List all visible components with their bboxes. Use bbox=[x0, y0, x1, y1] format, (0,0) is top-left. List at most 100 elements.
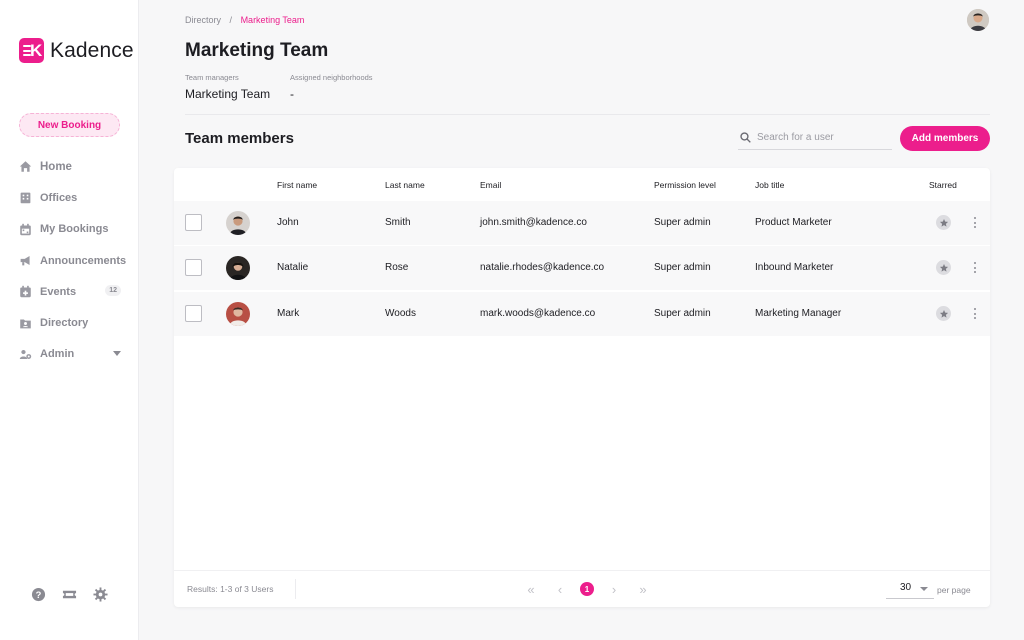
user-search bbox=[738, 126, 892, 150]
building-icon bbox=[20, 193, 31, 204]
row-checkbox[interactable] bbox=[185, 259, 202, 276]
per-page-select[interactable]: 30 bbox=[886, 582, 934, 599]
avatar bbox=[226, 302, 250, 326]
column-header-permission[interactable]: Permission level bbox=[654, 180, 716, 190]
ticket-icon[interactable] bbox=[62, 587, 77, 602]
column-header-email[interactable]: Email bbox=[480, 180, 501, 190]
sidebar: K Kadence New Booking Home Offices My Bo… bbox=[0, 0, 139, 640]
previous-page-icon[interactable]: ‹ bbox=[551, 580, 569, 598]
breadcrumb-separator: / bbox=[229, 15, 233, 25]
row-checkbox[interactable] bbox=[185, 305, 202, 322]
column-header-starred[interactable]: Starred bbox=[929, 180, 957, 190]
row-menu-icon[interactable] bbox=[974, 217, 977, 228]
sidebar-item-home[interactable]: Home bbox=[19, 151, 129, 182]
star-icon[interactable] bbox=[936, 215, 951, 230]
neighborhoods-label: Assigned neighborhoods bbox=[290, 73, 373, 82]
next-page-icon[interactable]: › bbox=[605, 580, 623, 598]
chevron-down-icon bbox=[920, 587, 928, 591]
star-icon[interactable] bbox=[936, 260, 951, 275]
per-page-value: 30 bbox=[900, 582, 912, 593]
new-booking-button[interactable]: New Booking bbox=[19, 113, 120, 137]
cell-job-title: Inbound Marketer bbox=[755, 262, 834, 273]
page-title: Marketing Team bbox=[185, 40, 329, 61]
avatar bbox=[226, 256, 250, 280]
help-icon[interactable]: ? bbox=[31, 587, 46, 602]
sidebar-item-label: My Bookings bbox=[40, 223, 109, 236]
sidebar-item-label: Offices bbox=[40, 191, 78, 204]
cell-first-name: John bbox=[277, 217, 299, 228]
column-header-first-name[interactable]: First name bbox=[277, 180, 317, 190]
header-divider bbox=[185, 114, 990, 115]
team-members-title: Team members bbox=[185, 130, 294, 147]
app-name: Kadence bbox=[50, 38, 134, 62]
events-count-badge: 12 bbox=[105, 285, 121, 297]
sidebar-item-my-bookings[interactable]: My Bookings bbox=[19, 214, 129, 245]
per-page-label: per page bbox=[937, 585, 971, 595]
calendar-icon bbox=[20, 223, 31, 235]
cell-first-name: Mark bbox=[277, 308, 300, 319]
team-managers-field: Team managers Marketing Team bbox=[185, 73, 270, 101]
column-header-last-name[interactable]: Last name bbox=[385, 180, 425, 190]
cell-last-name: Rose bbox=[385, 262, 409, 273]
sidebar-item-admin[interactable]: Admin bbox=[19, 339, 129, 370]
sidebar-item-label: Announcements bbox=[40, 254, 127, 267]
calendar-plus-icon bbox=[20, 286, 31, 298]
star-icon[interactable] bbox=[936, 306, 951, 321]
sidebar-footer-icons: ? bbox=[31, 587, 108, 602]
sidebar-nav: Home Offices My Bookings Announcements E… bbox=[19, 151, 129, 370]
team-managers-label: Team managers bbox=[185, 73, 239, 82]
sidebar-item-offices[interactable]: Offices bbox=[19, 182, 129, 213]
sidebar-item-label: Home bbox=[40, 160, 72, 173]
results-count: Results: 1-3 of 3 Users bbox=[187, 584, 274, 594]
cell-email: natalie.rhodes@kadence.co bbox=[480, 262, 605, 273]
chevron-down-icon[interactable] bbox=[113, 350, 121, 356]
breadcrumb: Directory / Marketing Team bbox=[185, 15, 304, 25]
table-footer: Results: 1-3 of 3 Users « ‹ 1 › » 30 per… bbox=[174, 570, 990, 607]
sidebar-item-announcements[interactable]: Announcements bbox=[19, 245, 129, 276]
last-page-icon[interactable]: » bbox=[634, 580, 652, 598]
gear-icon[interactable] bbox=[93, 587, 108, 602]
folder-user-icon bbox=[20, 319, 31, 328]
search-input[interactable] bbox=[757, 132, 887, 143]
avatar bbox=[226, 211, 250, 235]
team-managers-value: Marketing Team bbox=[185, 87, 271, 101]
cell-job-title: Product Marketer bbox=[755, 217, 832, 228]
sidebar-item-events[interactable]: Events 12 bbox=[19, 276, 129, 307]
neighborhoods-field: Assigned neighborhoods - bbox=[290, 73, 373, 101]
row-checkbox[interactable] bbox=[185, 214, 202, 231]
cell-last-name: Woods bbox=[385, 308, 416, 319]
column-header-job-title[interactable]: Job title bbox=[755, 180, 784, 190]
users-cog-icon bbox=[19, 349, 32, 359]
app-logo[interactable]: K Kadence bbox=[19, 38, 134, 63]
cell-permission: Super admin bbox=[654, 217, 711, 228]
search-icon bbox=[740, 132, 751, 143]
cell-permission: Super admin bbox=[654, 308, 711, 319]
row-menu-icon[interactable] bbox=[974, 262, 977, 273]
table-row[interactable]: Mark Woods mark.woods@kadence.co Super a… bbox=[174, 292, 990, 336]
neighborhoods-value: - bbox=[290, 87, 294, 101]
sidebar-item-directory[interactable]: Directory bbox=[19, 307, 129, 338]
cell-first-name: Natalie bbox=[277, 262, 309, 273]
megaphone-icon bbox=[20, 256, 30, 266]
cell-email: john.smith@kadence.co bbox=[480, 217, 587, 228]
table-row[interactable]: John Smith john.smith@kadence.co Super a… bbox=[174, 201, 990, 245]
kadence-logo-icon: K bbox=[19, 38, 44, 63]
add-members-button[interactable]: Add members bbox=[900, 126, 990, 151]
cell-email: mark.woods@kadence.co bbox=[480, 308, 596, 319]
home-icon bbox=[19, 161, 32, 172]
breadcrumb-directory-link[interactable]: Directory bbox=[185, 15, 221, 25]
row-menu-icon[interactable] bbox=[974, 308, 977, 319]
table-row[interactable]: Natalie Rose natalie.rhodes@kadence.co S… bbox=[174, 246, 990, 290]
svg-text:?: ? bbox=[36, 590, 42, 600]
sidebar-item-label: Admin bbox=[40, 348, 75, 361]
page-number-current[interactable]: 1 bbox=[580, 582, 594, 596]
pagination: « ‹ 1 › » bbox=[522, 580, 652, 598]
breadcrumb-current: Marketing Team bbox=[240, 15, 305, 25]
sidebar-item-label: Events bbox=[40, 285, 77, 298]
cell-job-title: Marketing Manager bbox=[755, 308, 842, 319]
sidebar-item-label: Directory bbox=[40, 317, 89, 330]
cell-last-name: Smith bbox=[385, 217, 411, 228]
user-avatar[interactable] bbox=[967, 9, 989, 31]
footer-divider bbox=[295, 579, 296, 599]
first-page-icon[interactable]: « bbox=[522, 580, 540, 598]
